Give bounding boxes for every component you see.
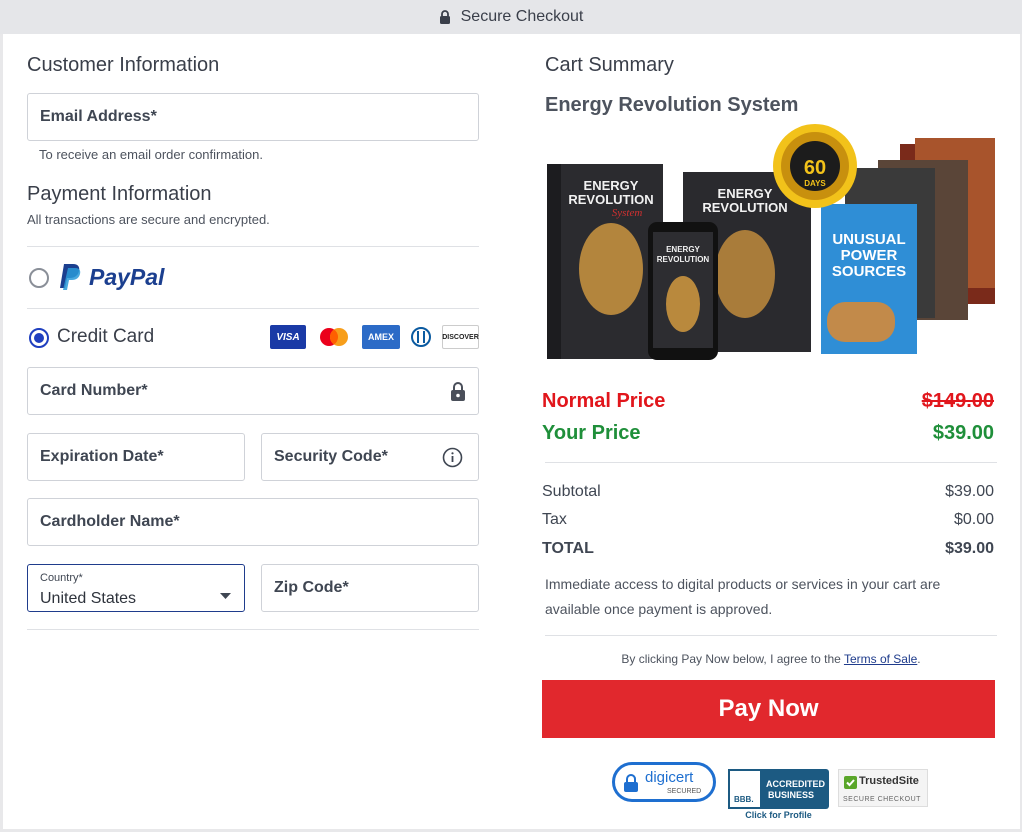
lock-icon xyxy=(450,381,466,406)
your-price-value: $39.00 xyxy=(932,422,994,444)
svg-text:SOURCES: SOURCES xyxy=(832,263,906,280)
secure-checkout-bar: Secure Checkout xyxy=(0,0,1022,34)
amex-icon: AMEX xyxy=(362,325,400,349)
trustedsite-badge[interactable]: TrustedSite SECURE CHECKOUT xyxy=(838,769,928,807)
svg-text:ENERGY: ENERGY xyxy=(718,186,773,201)
svg-text:ENERGY: ENERGY xyxy=(666,245,700,254)
visa-icon: VISA xyxy=(270,325,306,349)
bbb-badge[interactable]: BBB. ACCREDITED BUSINESS xyxy=(728,769,829,809)
bbb-business: BUSINESS xyxy=(768,790,815,800)
total-value: $39.00 xyxy=(945,540,994,557)
your-price-label: Your Price xyxy=(542,422,641,444)
padlock-icon xyxy=(623,774,639,797)
pay-now-button[interactable]: Pay Now xyxy=(542,680,995,738)
zip-code-label: Zip Code* xyxy=(274,579,349,596)
cardholder-name-field[interactable]: Cardholder Name* xyxy=(27,498,479,546)
subtotal-label: Subtotal xyxy=(542,483,601,500)
country-value: United States xyxy=(40,590,137,607)
diners-icon xyxy=(407,325,435,349)
bbb-accredited: ACCREDITED xyxy=(766,779,826,789)
credit-card-radio[interactable] xyxy=(29,328,49,348)
terms-suffix: . xyxy=(917,652,921,666)
expiration-date-field[interactable]: Expiration Date* xyxy=(27,433,245,481)
divider xyxy=(27,246,479,247)
terms-of-sale-link[interactable]: Terms of Sale xyxy=(844,652,917,666)
lock-icon xyxy=(439,10,451,24)
paypal-radio[interactable] xyxy=(29,268,49,288)
total-label: TOTAL xyxy=(542,540,594,557)
zip-code-field[interactable]: Zip Code* xyxy=(261,564,479,612)
info-icon[interactable] xyxy=(442,447,463,473)
email-hint: To receive an email order confirmation. xyxy=(39,147,263,162)
divider xyxy=(27,308,479,309)
bbb-mark: BBB. xyxy=(734,795,754,804)
terms-notice: By clicking Pay Now below, I agree to th… xyxy=(545,652,997,666)
expiration-date-label: Expiration Date* xyxy=(40,448,164,465)
divider xyxy=(27,629,479,630)
terms-prefix: By clicking Pay Now below, I agree to th… xyxy=(621,652,841,666)
secure-checkout-title: Secure Checkout xyxy=(460,8,584,25)
chevron-down-icon xyxy=(220,586,231,604)
card-number-label: Card Number* xyxy=(40,382,148,399)
normal-price-label: Normal Price xyxy=(542,390,666,412)
subtotal-value: $39.00 xyxy=(945,483,994,500)
paypal-label: PayPal xyxy=(89,263,165,290)
svg-text:REVOLUTION: REVOLUTION xyxy=(702,200,787,215)
normal-price-value: $149.00 xyxy=(921,390,994,412)
email-field-label: Email Address* xyxy=(40,108,157,125)
discover-icon: DISCOVER xyxy=(442,325,479,349)
tax-label: Tax xyxy=(542,511,567,528)
security-code-field[interactable]: Security Code* xyxy=(261,433,479,481)
trustedsite-sub: SECURE CHECKOUT xyxy=(843,796,921,803)
card-number-field[interactable]: Card Number* xyxy=(27,367,479,415)
digicert-label: digicert xyxy=(645,769,694,786)
country-label: Country* xyxy=(40,572,83,584)
digicert-badge[interactable]: digicert SECURED xyxy=(612,762,716,802)
svg-text:POWER: POWER xyxy=(841,247,898,264)
svg-text:UNUSUAL: UNUSUAL xyxy=(832,231,905,248)
check-icon xyxy=(844,776,857,794)
country-select[interactable]: Country* United States xyxy=(27,564,245,612)
digicert-sub: SECURED xyxy=(667,788,702,795)
svg-text:REVOLUTION: REVOLUTION xyxy=(657,255,710,264)
security-code-label: Security Code* xyxy=(274,448,388,465)
paypal-option[interactable]: PayPal xyxy=(57,262,164,292)
tax-row: Tax $0.00 xyxy=(542,511,994,529)
svg-text:60: 60 xyxy=(804,157,826,179)
divider xyxy=(545,635,997,636)
trustedsite-label: TrustedSite xyxy=(859,775,919,787)
divider xyxy=(545,462,997,463)
svg-text:REVOLUTION: REVOLUTION xyxy=(568,192,653,207)
mastercard-icon xyxy=(315,325,353,349)
total-row: TOTAL $39.00 xyxy=(542,540,994,558)
payment-secure-text: All transactions are secure and encrypte… xyxy=(27,212,270,227)
normal-price-row: Normal Price $149.00 xyxy=(542,390,994,413)
credit-card-label[interactable]: Credit Card xyxy=(57,326,154,348)
product-image: UNUSUAL POWER SOURCES ENERGY REVOLUTION … xyxy=(545,124,997,364)
payment-info-heading: Payment Information xyxy=(27,183,212,205)
subtotal-row: Subtotal $39.00 xyxy=(542,483,994,501)
cardholder-name-label: Cardholder Name* xyxy=(40,513,180,530)
email-field[interactable]: Email Address* xyxy=(27,93,479,141)
svg-text:DAYS: DAYS xyxy=(804,179,826,188)
your-price-row: Your Price $39.00 xyxy=(542,422,994,445)
product-name: Energy Revolution System xyxy=(545,94,799,116)
svg-text:System: System xyxy=(612,207,643,219)
svg-text:ENERGY: ENERGY xyxy=(584,178,639,193)
paypal-icon xyxy=(57,262,83,292)
cart-summary-heading: Cart Summary xyxy=(545,54,674,76)
bbb-click-profile[interactable]: Click for Profile xyxy=(728,810,829,820)
customer-info-heading: Customer Information xyxy=(27,54,220,76)
tax-value: $0.00 xyxy=(953,511,994,528)
access-note: Immediate access to digital products or … xyxy=(545,576,941,617)
